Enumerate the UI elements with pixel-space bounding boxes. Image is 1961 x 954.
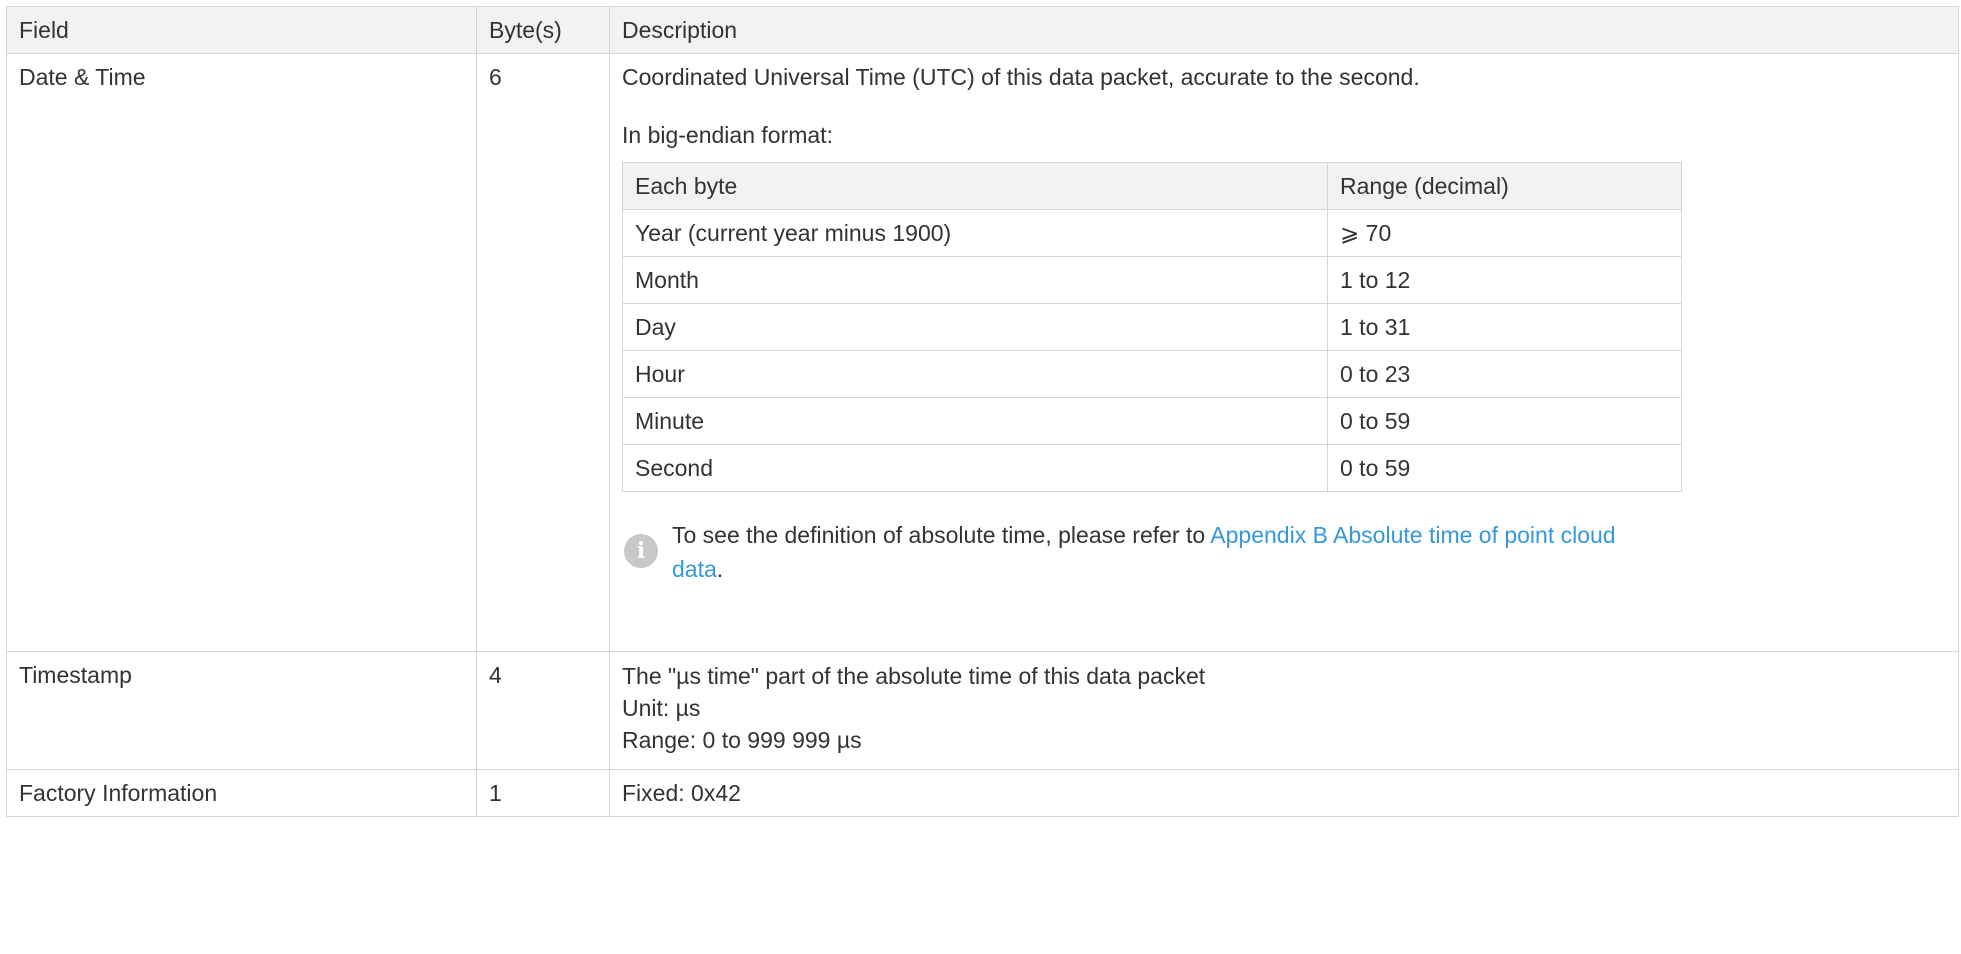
description-cell: The "µs time" part of the absolute time … — [609, 651, 1959, 770]
inner-row: Second 0 to 59 — [622, 444, 1682, 492]
table-header-row: Field Byte(s) Description — [6, 6, 1959, 54]
field-name: Date & Time — [19, 64, 146, 90]
info-icon: i — [624, 534, 658, 568]
inner-row: Day 1 to 31 — [622, 303, 1682, 351]
info-note: i To see the definition of absolute time… — [622, 518, 1946, 586]
inner-row: Month 1 to 12 — [622, 256, 1682, 304]
header-bytes: Byte(s) — [476, 6, 610, 54]
description-text: Fixed: 0x42 — [622, 780, 741, 806]
info-note-text: To see the definition of absolute time, … — [672, 518, 1672, 586]
byte-count: 4 — [489, 662, 502, 688]
bytes-cell: 6 — [476, 53, 610, 652]
inner-cell-each-byte: Second — [622, 444, 1328, 492]
table-row-date-time: Date & Time 6 Coordinated Universal Time… — [6, 53, 1959, 652]
description-cell: Coordinated Universal Time (UTC) of this… — [609, 53, 1959, 652]
byte-count: 6 — [489, 64, 502, 90]
field-cell: Date & Time — [6, 53, 477, 652]
inner-cell-range: 1 to 31 — [1327, 303, 1682, 351]
field-cell: Factory Information — [6, 769, 477, 817]
bytes-cell: 4 — [476, 651, 610, 770]
field-name: Factory Information — [19, 780, 218, 806]
bytes-cell: 1 — [476, 769, 610, 817]
inner-cell-range: ⩾ 70 — [1327, 209, 1682, 257]
description-text: Coordinated Universal Time (UTC) of this… — [622, 64, 1420, 90]
byte-range-table: Each byte Range (decimal) Year (current … — [622, 162, 1682, 492]
note-prefix: To see the definition of absolute time, … — [672, 522, 1211, 548]
inner-header-range: Range (decimal) — [1327, 162, 1682, 210]
table-row-factory-information: Factory Information 1 Fixed: 0x42 — [6, 769, 1959, 817]
packet-field-table: Field Byte(s) Description Date & Time 6 … — [6, 6, 1959, 817]
table-row-timestamp: Timestamp 4 The "µs time" part of the ab… — [6, 651, 1959, 770]
packet-field-table-container: Field Byte(s) Description Date & Time 6 … — [6, 6, 1959, 817]
inner-cell-each-byte: Month — [622, 256, 1328, 304]
inner-header-row: Each byte Range (decimal) — [622, 162, 1682, 210]
description-cell: Fixed: 0x42 — [609, 769, 1959, 817]
inner-cell-range: 0 to 59 — [1327, 397, 1682, 445]
inner-row: Minute 0 to 59 — [622, 397, 1682, 445]
inner-cell-each-byte: Minute — [622, 397, 1328, 445]
byte-count: 1 — [489, 780, 502, 806]
note-suffix: . — [716, 556, 724, 582]
inner-cell-range: 0 to 23 — [1327, 350, 1682, 398]
header-description: Description — [609, 6, 1959, 54]
inner-row: Hour 0 to 23 — [622, 350, 1682, 398]
field-name: Timestamp — [19, 662, 132, 688]
inner-cell-range: 1 to 12 — [1327, 256, 1682, 304]
inner-cell-each-byte: Hour — [622, 350, 1328, 398]
description-text: The "µs time" part of the absolute time … — [622, 663, 1206, 689]
description-text: Range: 0 to 999 999 µs — [622, 727, 862, 753]
field-cell: Timestamp — [6, 651, 477, 770]
inner-header-each-byte: Each byte — [622, 162, 1328, 210]
inner-cell-range: 0 to 59 — [1327, 444, 1682, 492]
inner-cell-each-byte: Year (current year minus 1900) — [622, 209, 1328, 257]
inner-row: Year (current year minus 1900) ⩾ 70 — [622, 209, 1682, 257]
inner-cell-each-byte: Day — [622, 303, 1328, 351]
description-text: In big-endian format: — [622, 122, 833, 148]
header-field: Field — [6, 6, 477, 54]
description-text: Unit: µs — [622, 695, 701, 721]
